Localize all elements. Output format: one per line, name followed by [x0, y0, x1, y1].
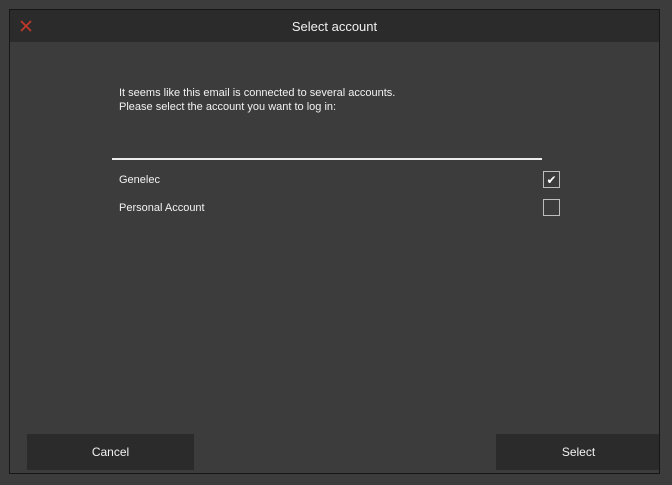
- instruction-line-1: It seems like this email is connected to…: [119, 87, 396, 99]
- instruction-text: It seems like this email is connected to…: [119, 86, 395, 114]
- title-bar: Select account: [10, 10, 659, 42]
- account-list: Genelec ✔ Personal Account: [119, 166, 563, 222]
- account-row-genelec[interactable]: Genelec ✔: [119, 166, 563, 194]
- account-label: Personal Account: [119, 202, 205, 214]
- checkmark-icon: ✔: [546, 172, 557, 187]
- dialog-title: Select account: [291, 18, 378, 34]
- account-label: Genelec: [119, 174, 160, 186]
- account-checkbox-personal[interactable]: [543, 199, 560, 216]
- account-row-personal[interactable]: Personal Account: [119, 194, 563, 222]
- select-account-dialog: Select account It seems like this email …: [9, 9, 660, 474]
- divider: [112, 158, 542, 160]
- instruction-line-2: Please select the account you want to lo…: [119, 101, 337, 113]
- close-icon[interactable]: [18, 18, 34, 34]
- select-button[interactable]: Select: [496, 434, 659, 470]
- cancel-button[interactable]: Cancel: [27, 434, 194, 470]
- account-checkbox-genelec[interactable]: ✔: [543, 171, 560, 188]
